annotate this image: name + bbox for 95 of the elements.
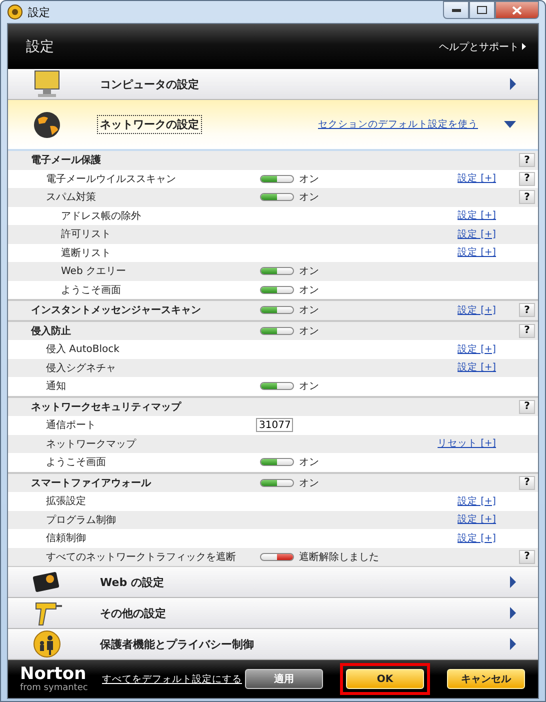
help-button[interactable]: ? bbox=[519, 190, 535, 204]
help-support-link[interactable]: ヘルプとサポート bbox=[439, 40, 526, 54]
section-title: ネットワークの設定 bbox=[98, 116, 201, 133]
dialog-button[interactable]: 適用 bbox=[245, 669, 323, 689]
toggle-switch[interactable] bbox=[260, 478, 294, 487]
setting-label: アドレス帳の除外 bbox=[60, 210, 142, 223]
setting-label: 拡張設定 bbox=[45, 494, 87, 508]
setting-label: 侵入防止 bbox=[30, 324, 72, 338]
setting-label: 許可リスト bbox=[60, 228, 112, 242]
section-header[interactable]: ネットワークの設定 セクションのデフォルト設定を使う bbox=[8, 100, 538, 151]
settings-link[interactable]: 設定 [+] bbox=[458, 494, 496, 508]
help-button[interactable]: ? bbox=[519, 303, 535, 318]
maximize-icon bbox=[477, 6, 487, 14]
section-title: 保護者機能とプライバシー制御 bbox=[98, 636, 255, 652]
toggle-switch[interactable] bbox=[260, 382, 294, 390]
setting-label: 侵入シグネチャ bbox=[45, 362, 117, 375]
status-text: オン bbox=[299, 304, 319, 318]
help-button[interactable]: ? bbox=[519, 476, 535, 490]
help-button[interactable]: ? bbox=[519, 324, 535, 338]
reset-all-link[interactable]: すべてをデフォルト設定にする bbox=[102, 672, 242, 686]
expand-arrow-icon[interactable] bbox=[510, 576, 516, 588]
settings-link[interactable]: 設定 [+] bbox=[458, 513, 496, 526]
setting-label: Web クエリー bbox=[60, 265, 127, 278]
toggle-switch[interactable] bbox=[260, 174, 294, 183]
toggle-switch[interactable] bbox=[260, 458, 294, 466]
section-title: その他の設定 bbox=[99, 606, 167, 622]
logo-subtitle: from symantec bbox=[20, 682, 89, 692]
setting-label: 通信ポート bbox=[45, 418, 97, 432]
help-button[interactable]: ? bbox=[519, 153, 535, 168]
status-text: オン bbox=[299, 265, 319, 278]
settings-link[interactable]: 設定 [+] bbox=[458, 342, 496, 356]
setting-label: ようこそ画面 bbox=[60, 284, 122, 297]
maximize-button[interactable] bbox=[469, 1, 495, 19]
status-text: オン bbox=[299, 324, 319, 338]
app-icon bbox=[7, 4, 23, 20]
window-title: 設定 bbox=[28, 4, 50, 20]
minimize-button[interactable] bbox=[443, 1, 469, 19]
close-icon bbox=[512, 6, 522, 14]
status-text: オン bbox=[299, 476, 319, 490]
setting-label: 信頼制御 bbox=[45, 532, 87, 546]
toggle-switch[interactable] bbox=[260, 326, 294, 335]
status-text: オン bbox=[299, 380, 319, 394]
toggle-switch[interactable] bbox=[260, 306, 294, 314]
setting-label: すべてのネットワークトラフィックを遮断 bbox=[45, 550, 237, 564]
setting-label: 遮断リスト bbox=[60, 246, 112, 260]
status-text: オン bbox=[299, 191, 319, 204]
section-header[interactable]: その他の設定 bbox=[8, 598, 538, 629]
collapse-arrow-icon[interactable] bbox=[504, 121, 516, 128]
port-field[interactable]: 31077 bbox=[256, 418, 293, 432]
settings-link[interactable]: 設定 [+] bbox=[458, 209, 496, 222]
setting-label: スパム対策 bbox=[45, 190, 97, 204]
minimize-icon bbox=[452, 8, 460, 12]
settings-link[interactable]: 設定 [+] bbox=[458, 532, 496, 545]
toggle-switch[interactable] bbox=[260, 267, 294, 276]
status-text: オン bbox=[299, 284, 319, 297]
settings-link[interactable]: 設定 [+] bbox=[458, 172, 496, 186]
close-button[interactable] bbox=[495, 1, 539, 19]
setting-label: 通知 bbox=[45, 380, 67, 394]
section-header[interactable]: コンピュータの設定 bbox=[8, 69, 538, 100]
dialog-button[interactable]: OK bbox=[346, 669, 424, 689]
logo-text: Norton bbox=[20, 666, 88, 682]
setting-label: ネットワークセキュリティマップ bbox=[30, 400, 182, 414]
setting-label: ようこそ画面 bbox=[45, 456, 107, 470]
expand-arrow-icon[interactable] bbox=[510, 78, 516, 90]
help-button[interactable]: ? bbox=[519, 550, 535, 564]
setting-label: 電子メールウイルススキャン bbox=[45, 172, 177, 186]
settings-link[interactable]: 設定 [+] bbox=[458, 228, 496, 241]
settings-link[interactable]: リセット [+] bbox=[438, 437, 496, 450]
status-text: 遮断解除しました bbox=[299, 550, 379, 564]
toggle-switch[interactable] bbox=[260, 193, 294, 202]
section-header[interactable]: 保護者機能とプライバシー制御 bbox=[8, 629, 538, 660]
section-title: Web の設定 bbox=[99, 574, 165, 590]
help-button[interactable]: ? bbox=[519, 172, 535, 186]
setting-label: 侵入 AutoBlock bbox=[45, 342, 120, 356]
expand-arrow-icon[interactable] bbox=[510, 638, 516, 650]
expand-arrow-icon[interactable] bbox=[510, 607, 516, 619]
setting-label: 電子メール保護 bbox=[30, 154, 102, 168]
settings-link[interactable]: 設定 [+] bbox=[458, 361, 496, 374]
section-default-link[interactable]: セクションのデフォルト設定を使う bbox=[318, 118, 478, 131]
status-text: オン bbox=[299, 172, 319, 186]
page-title: 設定 bbox=[26, 38, 54, 56]
settings-link[interactable]: 設定 [+] bbox=[458, 246, 496, 260]
setting-label: インスタントメッセンジャースキャン bbox=[30, 304, 202, 318]
setting-label: プログラム制御 bbox=[45, 514, 117, 527]
help-button[interactable]: ? bbox=[519, 400, 535, 414]
section-title: コンピュータの設定 bbox=[99, 76, 200, 92]
toggle-switch[interactable] bbox=[260, 552, 294, 561]
settings-link[interactable]: 設定 [+] bbox=[458, 304, 496, 317]
section-header[interactable]: Web の設定 bbox=[8, 567, 538, 598]
dialog-button[interactable]: キャンセル bbox=[447, 669, 525, 689]
toggle-switch[interactable] bbox=[260, 286, 294, 294]
status-text: オン bbox=[299, 456, 319, 470]
setting-label: スマートファイアウォール bbox=[30, 476, 152, 490]
setting-label: ネットワークマップ bbox=[45, 438, 138, 451]
triangle-icon bbox=[522, 43, 526, 50]
